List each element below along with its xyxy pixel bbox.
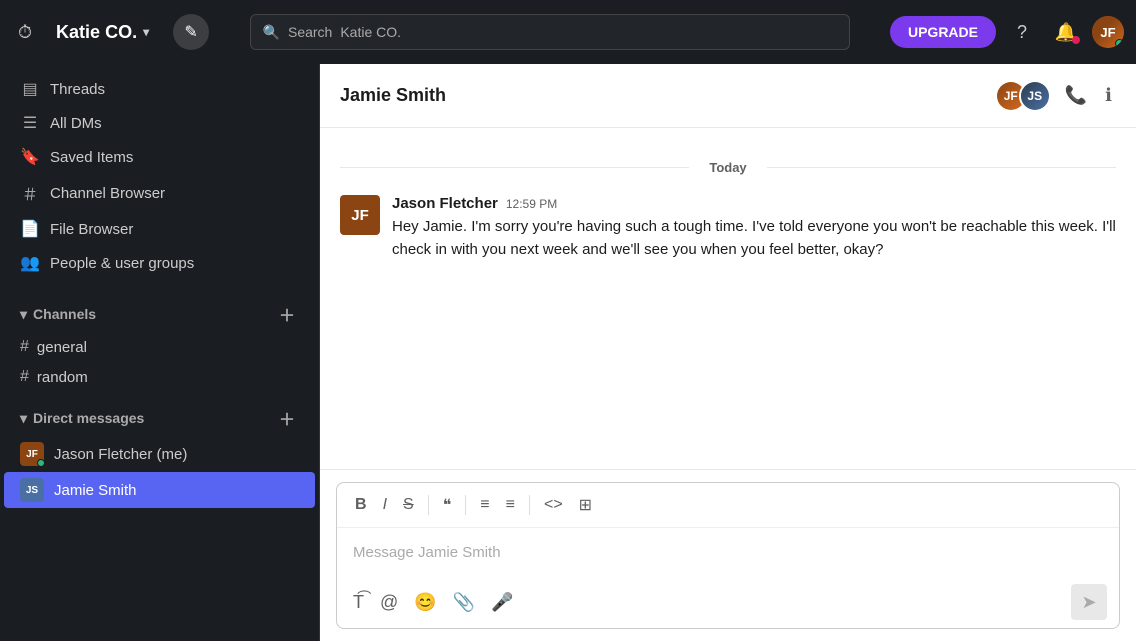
compose-bottom: T͡ @ 😊 📎 🎤 ➤ xyxy=(337,576,1119,628)
audio-button[interactable]: 🎤 xyxy=(487,588,517,617)
chat-area: Jamie Smith JF JS 📞 ℹ Today xyxy=(320,64,1136,641)
online-dot xyxy=(37,459,45,467)
main-layout: ▤ Threads ☰ All DMs 🔖 Saved Items ＃ Chan… xyxy=(0,64,1136,641)
chat-messages: Today JF Jason Fletcher 12:59 PM Hey Jam… xyxy=(320,128,1136,469)
header-avatar-2: JS xyxy=(1019,80,1051,112)
channel-browser-icon: ＃ xyxy=(20,181,40,205)
sidebar-item-all-dms[interactable]: ☰ All DMs xyxy=(4,106,315,140)
code-block-button[interactable]: ⊞ xyxy=(573,491,598,519)
ordered-list-button[interactable]: ≡ xyxy=(474,492,495,518)
avatar-jamie: JS xyxy=(20,478,44,502)
toolbar-divider-3 xyxy=(529,495,530,515)
emoji-button[interactable]: 😊 xyxy=(410,588,440,617)
search-bar[interactable]: 🔍 Search Katie CO. xyxy=(250,14,850,50)
chat-header-right: JF JS 📞 ℹ xyxy=(995,80,1116,112)
toolbar-divider-2 xyxy=(465,495,466,515)
send-button[interactable]: ➤ xyxy=(1071,584,1107,620)
chevron-dm-icon: ▾ xyxy=(20,410,27,427)
info-button[interactable]: ℹ xyxy=(1101,81,1116,110)
chat-title: Jamie Smith xyxy=(340,85,446,106)
dm-section-header[interactable]: ▾ Direct messages ＋ xyxy=(4,400,315,436)
upgrade-button[interactable]: UPGRADE xyxy=(890,16,996,48)
channel-item-random[interactable]: # random xyxy=(4,362,315,392)
compose-toolbar: B I S ❝ ≡ ≡ <> ⊞ xyxy=(337,483,1119,528)
channel-item-general[interactable]: # general xyxy=(4,332,315,362)
dm-item-jamie[interactable]: JS Jamie Smith xyxy=(4,472,315,508)
people-groups-icon: 👥 xyxy=(20,253,40,273)
avatar[interactable]: JF xyxy=(1092,16,1124,48)
strikethrough-button[interactable]: S xyxy=(397,492,420,518)
add-dm-button[interactable]: ＋ xyxy=(275,406,299,430)
hash-icon: # xyxy=(20,368,29,386)
chat-header: Jamie Smith JF JS 📞 ℹ xyxy=(320,64,1136,128)
add-channel-button[interactable]: ＋ xyxy=(275,302,299,326)
sidebar-item-people-groups[interactable]: 👥 People & user groups xyxy=(4,246,315,280)
file-browser-icon: 📄 xyxy=(20,219,40,239)
code-button[interactable]: <> xyxy=(538,492,569,518)
attach-button[interactable]: 📎 xyxy=(449,588,479,617)
threads-icon: ▤ xyxy=(20,79,40,99)
blockquote-button[interactable]: ❝ xyxy=(437,491,458,519)
notification-dot xyxy=(1072,36,1080,44)
chevron-channels-icon: ▾ xyxy=(20,306,27,323)
toolbar-divider-1 xyxy=(428,495,429,515)
saved-items-icon: 🔖 xyxy=(20,147,40,167)
workspace-name[interactable]: Katie CO. ▾ xyxy=(46,16,159,49)
notification-button[interactable]: 🔔 xyxy=(1048,14,1084,50)
header-avatars: JF JS xyxy=(995,80,1051,112)
sidebar-item-threads[interactable]: ▤ Threads xyxy=(4,72,315,106)
all-dms-icon: ☰ xyxy=(20,113,40,133)
call-button[interactable]: 📞 xyxy=(1061,81,1091,110)
sidebar-item-file-browser[interactable]: 📄 File Browser xyxy=(4,212,315,246)
message-avatar: JF xyxy=(340,195,380,235)
text-format-button[interactable]: T͡ xyxy=(349,588,368,617)
mention-button[interactable]: @ xyxy=(376,588,402,617)
compose-area: B I S ❝ ≡ ≡ <> ⊞ Message Jamie Smith T͡ xyxy=(320,469,1136,641)
online-status-dot xyxy=(1115,39,1124,48)
sidebar-item-saved-items[interactable]: 🔖 Saved Items xyxy=(4,140,315,174)
italic-button[interactable]: I xyxy=(377,492,393,518)
hash-icon: # xyxy=(20,338,29,356)
compose-input[interactable]: Message Jamie Smith xyxy=(337,528,1119,576)
message-row: JF Jason Fletcher 12:59 PM Hey Jamie. I'… xyxy=(340,195,1116,261)
bold-button[interactable]: B xyxy=(349,492,373,518)
history-button[interactable]: ⏱ xyxy=(12,16,38,49)
sidebar-item-channel-browser[interactable]: ＃ Channel Browser xyxy=(4,174,315,212)
unordered-list-button[interactable]: ≡ xyxy=(500,492,521,518)
help-button[interactable]: ? xyxy=(1004,14,1040,50)
chevron-down-icon: ▾ xyxy=(143,25,149,39)
avatar-jason: JF xyxy=(20,442,44,466)
date-divider: Today xyxy=(340,160,1116,175)
sidebar: ▤ Threads ☰ All DMs 🔖 Saved Items ＃ Chan… xyxy=(0,64,320,641)
message-content: Jason Fletcher 12:59 PM Hey Jamie. I'm s… xyxy=(392,195,1116,261)
topbar: ⏱ Katie CO. ▾ ✎ 🔍 Search Katie CO. UPGRA… xyxy=(0,0,1136,64)
compose-box: B I S ❝ ≡ ≡ <> ⊞ Message Jamie Smith T͡ xyxy=(336,482,1120,629)
search-icon: 🔍 xyxy=(263,24,280,41)
channels-section-header[interactable]: ▾ Channels ＋ xyxy=(4,296,315,332)
dm-item-jason[interactable]: JF Jason Fletcher (me) xyxy=(4,436,315,472)
edit-button[interactable]: ✎ xyxy=(173,14,209,50)
